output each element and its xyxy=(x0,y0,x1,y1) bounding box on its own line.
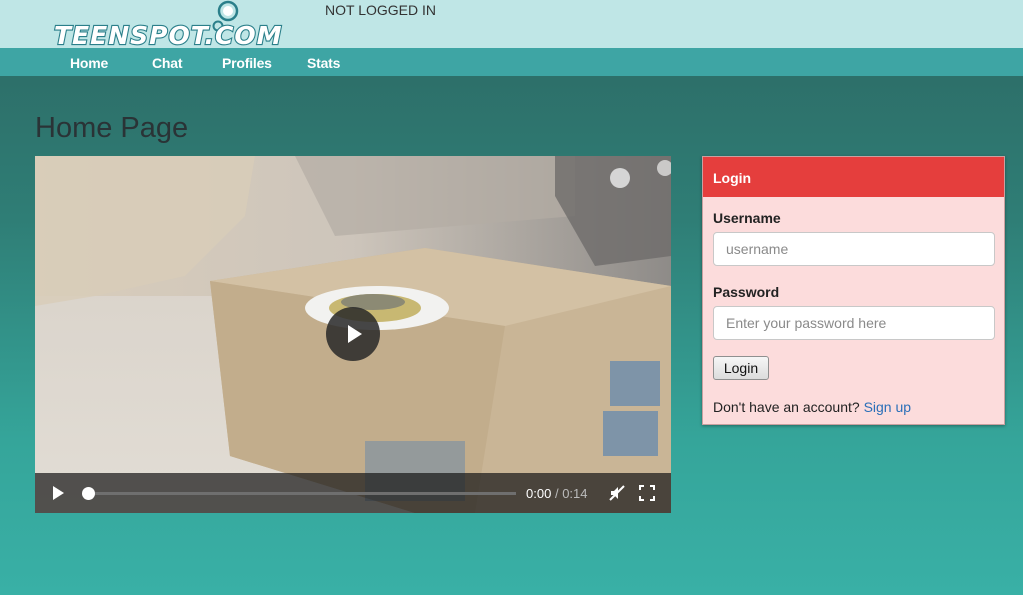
nav-item-home[interactable]: Home xyxy=(70,55,108,71)
username-input[interactable] xyxy=(713,232,995,266)
password-label: Password xyxy=(713,284,780,300)
seek-bar[interactable] xyxy=(89,492,516,495)
login-button[interactable]: Login xyxy=(713,356,769,380)
big-play-button[interactable] xyxy=(326,307,380,361)
signup-link[interactable]: Sign up xyxy=(864,399,911,415)
video-controls: 0:00 / 0:14 xyxy=(35,473,671,513)
seek-thumb[interactable] xyxy=(82,487,95,500)
login-status-text: NOT LOGGED IN xyxy=(325,2,436,18)
nav-item-stats[interactable]: Stats xyxy=(307,55,340,71)
signup-prompt: Don't have an account? Sign up xyxy=(713,399,911,415)
signup-prompt-text: Don't have an account? xyxy=(713,399,860,415)
duration: 0:14 xyxy=(562,486,588,501)
nav-item-chat[interactable]: Chat xyxy=(152,55,183,71)
password-input[interactable] xyxy=(713,306,995,340)
site-logo[interactable]: TEENSPOT.COM xyxy=(50,0,295,48)
page-title: Home Page xyxy=(35,112,189,144)
top-bar: TEENSPOT.COM NOT LOGGED IN xyxy=(0,0,1023,48)
svg-text:TEENSPOT.COM: TEENSPOT.COM xyxy=(54,21,283,48)
username-label: Username xyxy=(713,210,781,226)
video-player[interactable]: 0:00 / 0:14 xyxy=(35,156,671,513)
fullscreen-icon[interactable] xyxy=(639,485,655,501)
time-separator: / xyxy=(554,486,559,501)
nav-item-profiles[interactable]: Profiles xyxy=(222,55,272,71)
mute-icon[interactable] xyxy=(609,485,625,501)
main-nav: Home Chat Profiles Stats xyxy=(0,48,1023,76)
login-panel: Login Username Password Login Don't have… xyxy=(702,156,1005,425)
play-icon xyxy=(348,325,362,343)
current-time: 0:00 xyxy=(526,486,552,501)
time-display: 0:00 / 0:14 xyxy=(526,486,588,501)
play-icon[interactable] xyxy=(53,486,64,500)
login-panel-title: Login xyxy=(703,157,1004,197)
